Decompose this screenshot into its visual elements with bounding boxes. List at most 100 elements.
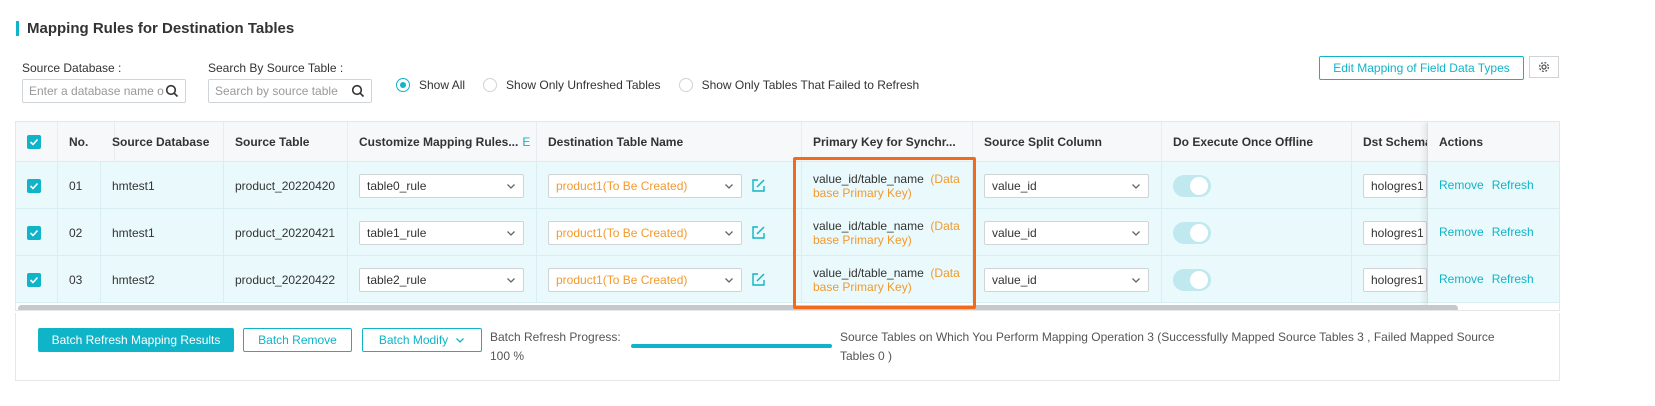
header-actions: Actions	[1428, 122, 1559, 162]
progress-label: Batch Refresh Progress:	[490, 330, 621, 344]
offline-toggle[interactable]	[1173, 174, 1211, 197]
header-primary-key: Primary Key for Synchr...	[802, 122, 973, 162]
select-all-checkbox[interactable]	[27, 135, 41, 149]
cell-primary-key: value_id/table_name (Data base Primary K…	[802, 162, 973, 209]
dst-schema-select[interactable]: hologres1	[1363, 220, 1427, 245]
radio-indicator[interactable]	[483, 78, 498, 92]
cell-source-db: hmtest2	[101, 256, 224, 303]
refresh-link[interactable]: Refresh	[1492, 225, 1534, 239]
filter-radio-group: Show All Show Only Unfreshed Tables Show…	[396, 78, 937, 92]
mapping-rule-select[interactable]: table2_rule	[359, 267, 524, 292]
offline-toggle[interactable]	[1173, 221, 1211, 244]
source-table-search[interactable]	[208, 79, 372, 103]
chevron-down-icon	[1132, 230, 1140, 236]
cell-source-db: hmtest1	[101, 162, 224, 209]
remove-link[interactable]: Remove	[1439, 225, 1484, 239]
settings-button[interactable]	[1529, 56, 1559, 78]
edit-mapping-button[interactable]: Edit Mapping of Field Data Types	[1319, 56, 1524, 80]
progress-bar	[631, 344, 832, 348]
search-icon[interactable]	[351, 84, 365, 98]
radio-label: Show Only Tables That Failed to Refresh	[701, 78, 920, 92]
cell-mapping-rule: table0_rule	[348, 162, 537, 209]
split-column-select[interactable]: value_id	[984, 173, 1149, 198]
cell-source-db: hmtest1	[101, 209, 224, 256]
header-mapping-rules-edit[interactable]: E	[522, 135, 530, 149]
cell-source-table: product_20220420	[224, 162, 348, 209]
dest-table-select[interactable]: product1(To Be Created)	[548, 267, 742, 292]
select-value: hologres1	[1371, 178, 1424, 193]
select-value: value_id	[992, 225, 1037, 240]
edit-icon[interactable]	[751, 178, 766, 193]
header-select-all[interactable]	[16, 122, 58, 162]
cell-dest-table: product1(To Be Created)	[537, 256, 802, 303]
row-checkbox[interactable]	[27, 178, 41, 193]
radio-show-failed[interactable]: Show Only Tables That Failed to Refresh	[678, 78, 920, 92]
mapping-rule-select[interactable]: table1_rule	[359, 220, 524, 245]
mapping-rule-select[interactable]: table0_rule	[359, 173, 524, 198]
chevron-down-icon	[725, 183, 733, 189]
remove-link[interactable]: Remove	[1439, 272, 1484, 286]
cell-primary-key: value_id/table_name (Data base Primary K…	[802, 209, 973, 256]
section-title: Mapping Rules for Destination Tables	[27, 19, 295, 37]
row-select[interactable]	[16, 162, 58, 209]
cell-offline	[1162, 162, 1352, 209]
chevron-down-icon	[1132, 183, 1140, 189]
batch-refresh-button[interactable]: Batch Refresh Mapping Results	[38, 328, 234, 352]
radio-show-all[interactable]: Show All	[396, 78, 465, 92]
cell-primary-key: value_id/table_name (Data base Primary K…	[802, 256, 973, 303]
select-value: table1_rule	[367, 225, 427, 240]
row-select[interactable]	[16, 209, 58, 256]
offline-toggle[interactable]	[1173, 268, 1211, 291]
split-column-select[interactable]: value_id	[984, 220, 1149, 245]
row-select[interactable]	[16, 256, 58, 303]
batch-modify-button[interactable]: Batch Modify	[362, 328, 482, 352]
source-table-input[interactable]	[215, 84, 351, 98]
chevron-down-icon	[1132, 277, 1140, 283]
row-actions: Remove Refresh	[1428, 162, 1559, 209]
cell-split-column: value_id	[973, 256, 1162, 303]
refresh-link[interactable]: Refresh	[1492, 272, 1534, 286]
source-db-input[interactable]	[29, 84, 165, 98]
dst-schema-select[interactable]: hologres1	[1363, 173, 1427, 198]
horizontal-scrollbar[interactable]	[18, 305, 1458, 310]
select-value: hologres1	[1371, 225, 1424, 240]
table-row[interactable]: 01 hmtest1 product_20220420 table0_rule …	[16, 162, 1559, 209]
refresh-link[interactable]: Refresh	[1492, 178, 1534, 192]
cell-dst-schema: hologres1	[1352, 162, 1428, 209]
summary-line-2: Tables 0 )	[840, 349, 893, 363]
radio-indicator[interactable]	[396, 78, 410, 92]
radio-indicator[interactable]	[678, 78, 693, 92]
source-db-search[interactable]	[22, 79, 186, 103]
edit-icon[interactable]	[751, 225, 766, 240]
dst-schema-select[interactable]: hologres1	[1363, 267, 1427, 292]
table-header: No. Source Database Source Table Customi…	[16, 122, 1559, 162]
chevron-down-icon	[456, 338, 465, 343]
dest-table-select[interactable]: product1(To Be Created)	[548, 220, 742, 245]
cell-no: 02	[58, 209, 101, 256]
edit-icon[interactable]	[751, 272, 766, 287]
section-header: Mapping Rules for Destination Tables	[16, 19, 295, 37]
header-offline: Do Execute Once Offline	[1162, 122, 1352, 162]
chevron-down-icon	[507, 277, 515, 283]
cell-no: 01	[58, 162, 101, 209]
cell-dest-table: product1(To Be Created)	[537, 209, 802, 256]
cell-dst-schema: hologres1	[1352, 256, 1428, 303]
cell-dst-schema: hologres1	[1352, 209, 1428, 256]
source-db-label: Source Database :	[22, 61, 122, 75]
radio-show-unfreshed[interactable]: Show Only Unfreshed Tables	[483, 78, 661, 92]
batch-remove-button[interactable]: Batch Remove	[243, 328, 352, 352]
pk-value: value_id/table_name	[813, 218, 924, 233]
split-column-select[interactable]: value_id	[984, 267, 1149, 292]
section-accent-bar	[16, 20, 19, 36]
header-dst-schema: Dst Schema	[1352, 122, 1428, 162]
remove-link[interactable]: Remove	[1439, 178, 1484, 192]
row-checkbox[interactable]	[27, 225, 41, 240]
search-icon[interactable]	[165, 84, 179, 98]
dest-table-select[interactable]: product1(To Be Created)	[548, 173, 742, 198]
chevron-down-icon	[507, 230, 515, 236]
row-checkbox[interactable]	[27, 272, 41, 287]
table-row[interactable]: 03 hmtest2 product_20220422 table2_rule …	[16, 256, 1559, 303]
table-row[interactable]: 02 hmtest1 product_20220421 table1_rule …	[16, 209, 1559, 256]
cell-dest-table: product1(To Be Created)	[537, 162, 802, 209]
pk-value: value_id/table_name	[813, 171, 924, 186]
